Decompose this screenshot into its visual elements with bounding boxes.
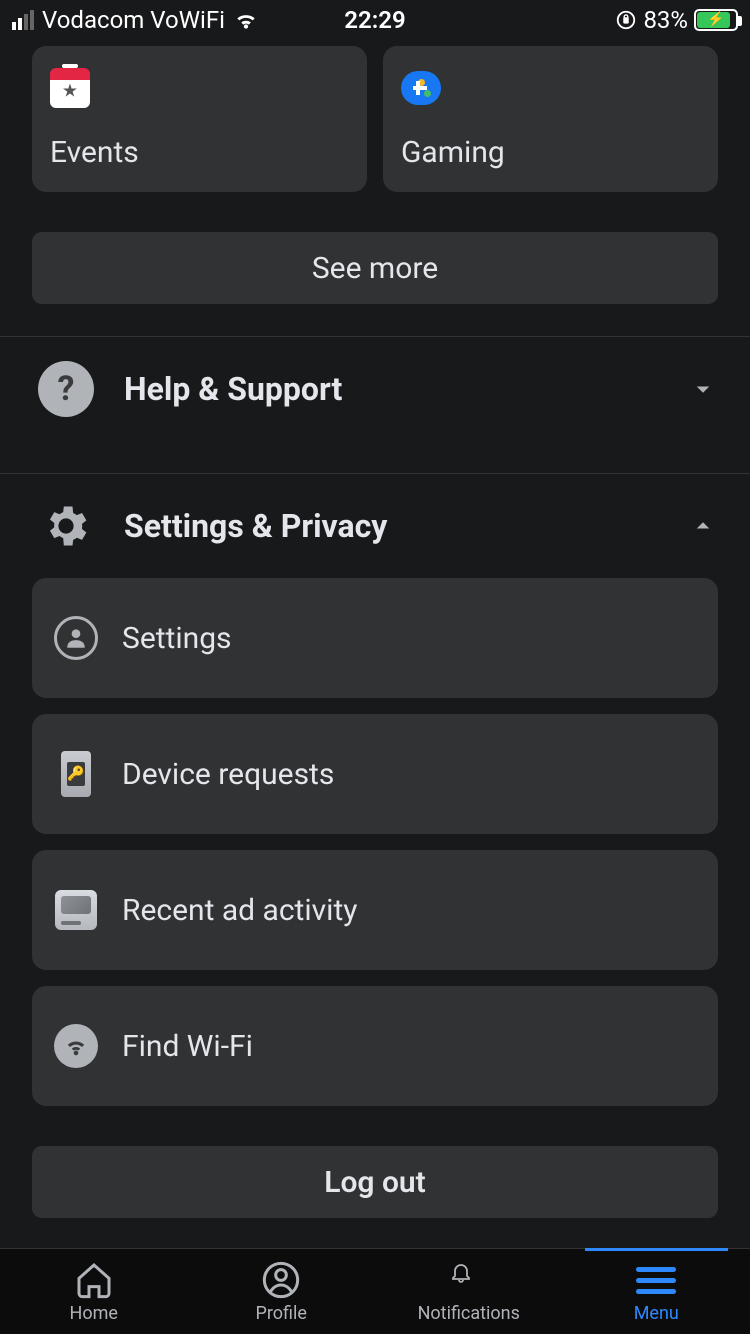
- status-right: 83% ⚡: [615, 6, 738, 34]
- menu-item-label: Recent ad activity: [122, 893, 357, 928]
- logout-button[interactable]: Log out: [32, 1146, 718, 1218]
- tab-bar: Home Profile Notifications Menu: [0, 1248, 750, 1334]
- menu-item-settings[interactable]: Settings: [32, 578, 718, 698]
- tab-label: Menu: [634, 1303, 679, 1324]
- help-support-title: Help & Support: [124, 370, 658, 408]
- battery-percent: 83%: [643, 6, 688, 34]
- ad-icon: [54, 888, 98, 932]
- tab-profile[interactable]: Profile: [188, 1249, 376, 1334]
- menu-item-label: Find Wi-Fi: [122, 1029, 253, 1064]
- device-icon: 🔑: [54, 752, 98, 796]
- gaming-icon: [401, 68, 441, 108]
- menu-item-label: Settings: [122, 621, 232, 656]
- tab-label: Notifications: [418, 1303, 520, 1324]
- chevron-up-icon: [688, 511, 718, 541]
- tab-menu[interactable]: Menu: [563, 1249, 750, 1334]
- settings-privacy-title: Settings & Privacy: [124, 507, 658, 545]
- signal-icon: [12, 10, 34, 30]
- shortcut-gaming[interactable]: Gaming: [383, 46, 718, 192]
- tab-label: Home: [70, 1303, 118, 1324]
- settings-privacy-submenu: Settings 🔑 Device requests Recent ad act…: [0, 578, 750, 1106]
- chevron-down-icon: [688, 374, 718, 404]
- bell-icon: [448, 1259, 490, 1301]
- shortcut-label: Gaming: [401, 135, 700, 170]
- status-time: 22:29: [344, 6, 405, 34]
- question-icon: ?: [38, 361, 94, 417]
- profile-icon: [260, 1259, 302, 1301]
- tab-notifications[interactable]: Notifications: [375, 1249, 563, 1334]
- menu-item-label: Device requests: [122, 757, 334, 792]
- hamburger-icon: [635, 1259, 677, 1301]
- shortcut-events[interactable]: Events: [32, 46, 367, 192]
- tab-home[interactable]: Home: [0, 1249, 188, 1334]
- menu-item-find-wifi[interactable]: Find Wi-Fi: [32, 986, 718, 1106]
- carrier-label: Vodacom VoWiFi: [42, 6, 225, 34]
- see-more-button[interactable]: See more: [32, 232, 718, 304]
- see-more-label: See more: [312, 251, 438, 286]
- settings-privacy-header[interactable]: Settings & Privacy: [0, 474, 750, 578]
- orientation-lock-icon: [615, 9, 637, 31]
- gear-icon: [38, 498, 94, 554]
- logout-label: Log out: [324, 1165, 426, 1200]
- shortcut-row: Events Gaming: [0, 40, 750, 192]
- home-icon: [73, 1259, 115, 1301]
- events-icon: [50, 68, 90, 108]
- wifi-icon: [54, 1024, 98, 1068]
- status-bar: Vodacom VoWiFi 22:29 83% ⚡: [0, 0, 750, 40]
- person-icon: [54, 616, 98, 660]
- tab-label: Profile: [256, 1303, 307, 1324]
- wifi-icon: [233, 7, 259, 33]
- help-support-header[interactable]: ? Help & Support: [0, 337, 750, 441]
- menu-item-recent-ad-activity[interactable]: Recent ad activity: [32, 850, 718, 970]
- battery-icon: ⚡: [694, 9, 738, 31]
- menu-content: Events Gaming See more ? Help & Support …: [0, 40, 750, 1218]
- shortcut-label: Events: [50, 135, 349, 170]
- menu-item-device-requests[interactable]: 🔑 Device requests: [32, 714, 718, 834]
- status-left: Vodacom VoWiFi: [12, 6, 259, 34]
